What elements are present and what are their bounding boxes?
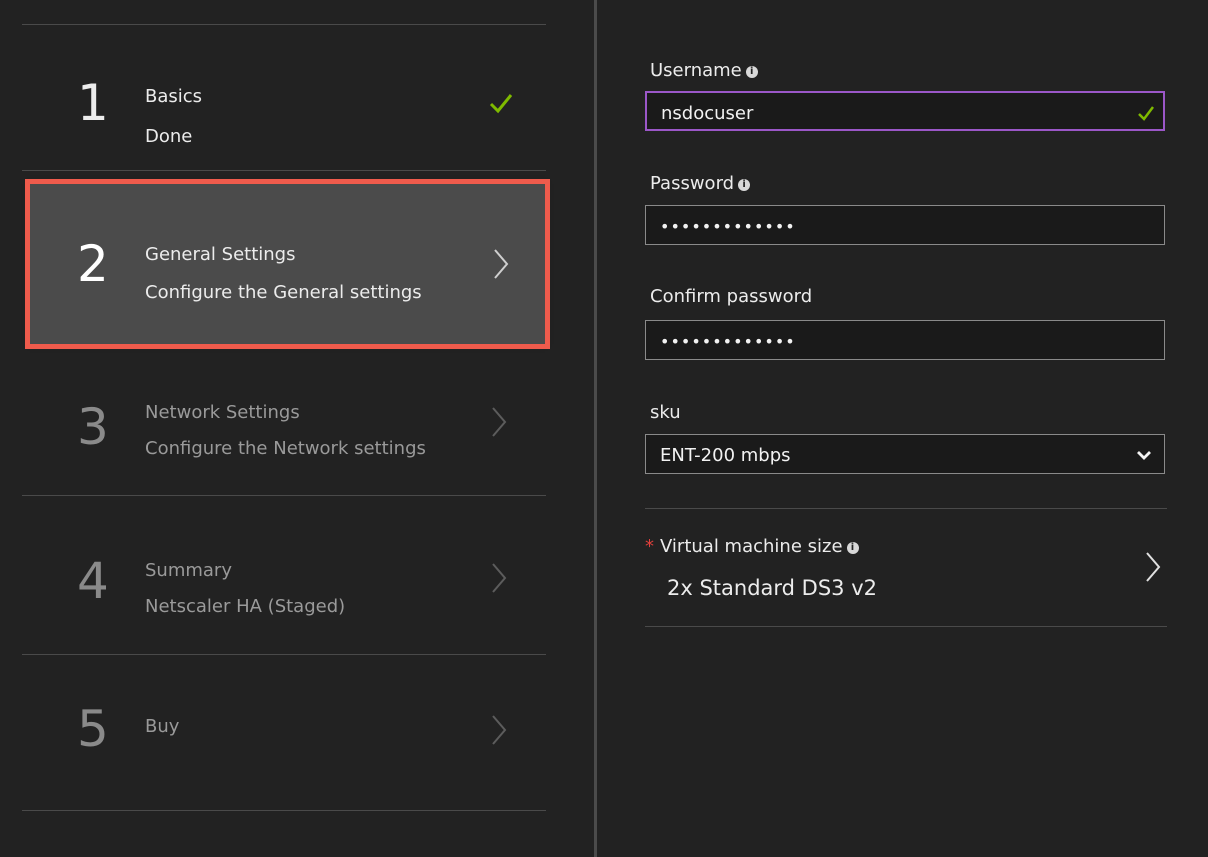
vm-size-label: * Virtual machine size i [645, 536, 859, 557]
chevron-right-icon [492, 715, 507, 745]
step-number: 3 [77, 398, 109, 456]
checkmark-icon [489, 94, 513, 114]
wizard-step-buy[interactable]: 5 Buy [22, 690, 546, 790]
divider [645, 508, 1167, 509]
chevron-right-icon [1146, 552, 1161, 582]
confirm-password-input[interactable]: ••••••••••••• [645, 320, 1165, 360]
step-title: General Settings [145, 244, 296, 265]
wizard-step-basics[interactable]: 1 Basics Done [22, 70, 546, 160]
step-title: Buy [145, 716, 180, 737]
step-subtitle: Done [145, 126, 193, 147]
sku-label: sku [650, 402, 681, 423]
password-input[interactable]: ••••••••••••• [645, 205, 1165, 245]
step-title: Basics [145, 86, 203, 107]
step-title: Summary [145, 560, 232, 581]
vm-size-selector[interactable]: * Virtual machine size i 2x Standard DS3 v… [645, 520, 1167, 620]
divider [22, 24, 546, 25]
divider [22, 495, 546, 496]
step-number: 2 [77, 235, 109, 293]
vm-size-value: 2x Standard DS3 v2 [667, 576, 877, 600]
required-marker: * [645, 536, 654, 557]
wizard-step-network-settings[interactable]: 3 Network Settings Configure the Network… [22, 380, 546, 480]
step-number: 5 [77, 700, 109, 758]
wizard-steps-panel: 1 Basics Done 2 General Settings Configu… [0, 0, 594, 857]
divider [645, 626, 1167, 627]
step-title: Network Settings [145, 402, 300, 423]
valid-check-icon [1138, 106, 1154, 121]
step-number: 4 [77, 552, 109, 610]
sku-select[interactable]: ENT-200 mbps [645, 434, 1165, 474]
username-label: Username i [650, 60, 758, 81]
wizard-step-general-settings[interactable]: 2 General Settings Configure the General… [25, 179, 550, 349]
wizard-step-summary[interactable]: 4 Summary Netscaler HA (Staged) [22, 540, 546, 640]
step-subtitle: Configure the Network settings [145, 438, 426, 459]
step-subtitle: Configure the General settings [145, 282, 422, 303]
password-label: Password i [650, 173, 751, 194]
info-icon[interactable]: i [745, 66, 758, 78]
chevron-right-icon [492, 563, 507, 593]
chevron-down-icon [1137, 451, 1151, 460]
divider [22, 810, 546, 811]
chevron-right-icon [494, 249, 509, 279]
step-subtitle: Netscaler HA (Staged) [145, 596, 346, 617]
step-number: 1 [77, 74, 109, 132]
divider [22, 170, 546, 171]
chevron-right-icon [492, 407, 507, 437]
username-input[interactable]: nsdocuser [645, 91, 1165, 131]
info-icon[interactable]: i [846, 542, 859, 554]
info-icon[interactable]: i [738, 179, 751, 191]
confirm-password-label: Confirm password [650, 286, 813, 307]
divider [22, 654, 546, 655]
